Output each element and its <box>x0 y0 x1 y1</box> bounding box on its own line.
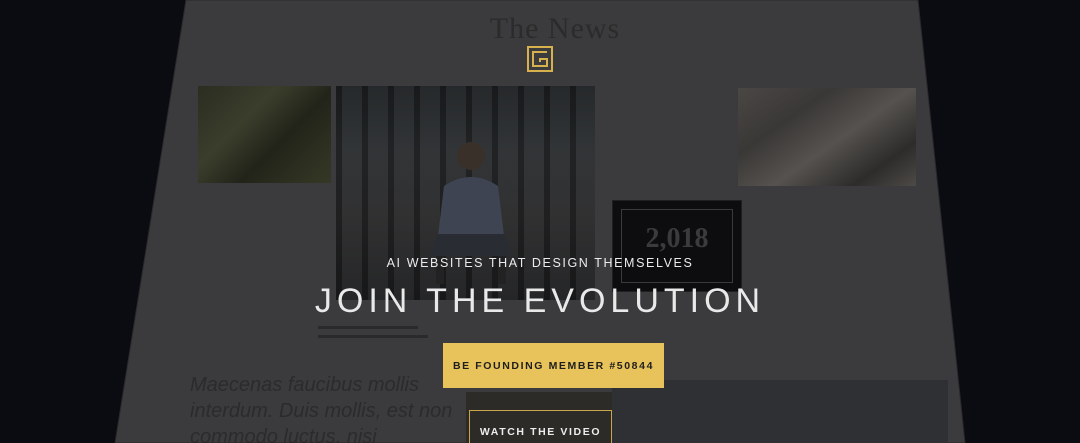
founding-member-button[interactable]: BE FOUNDING MEMBER #50844 <box>443 343 664 388</box>
hero-title: JOIN THE EVOLUTION <box>314 282 766 320</box>
hero-section: The News 2,018 Maecenas faucibus mollis … <box>0 0 1080 443</box>
watch-video-button[interactable]: WATCH THE VIDEO <box>469 410 612 443</box>
hero-eyebrow: AI WEBSITES THAT DESIGN THEMSELVES <box>386 256 694 270</box>
